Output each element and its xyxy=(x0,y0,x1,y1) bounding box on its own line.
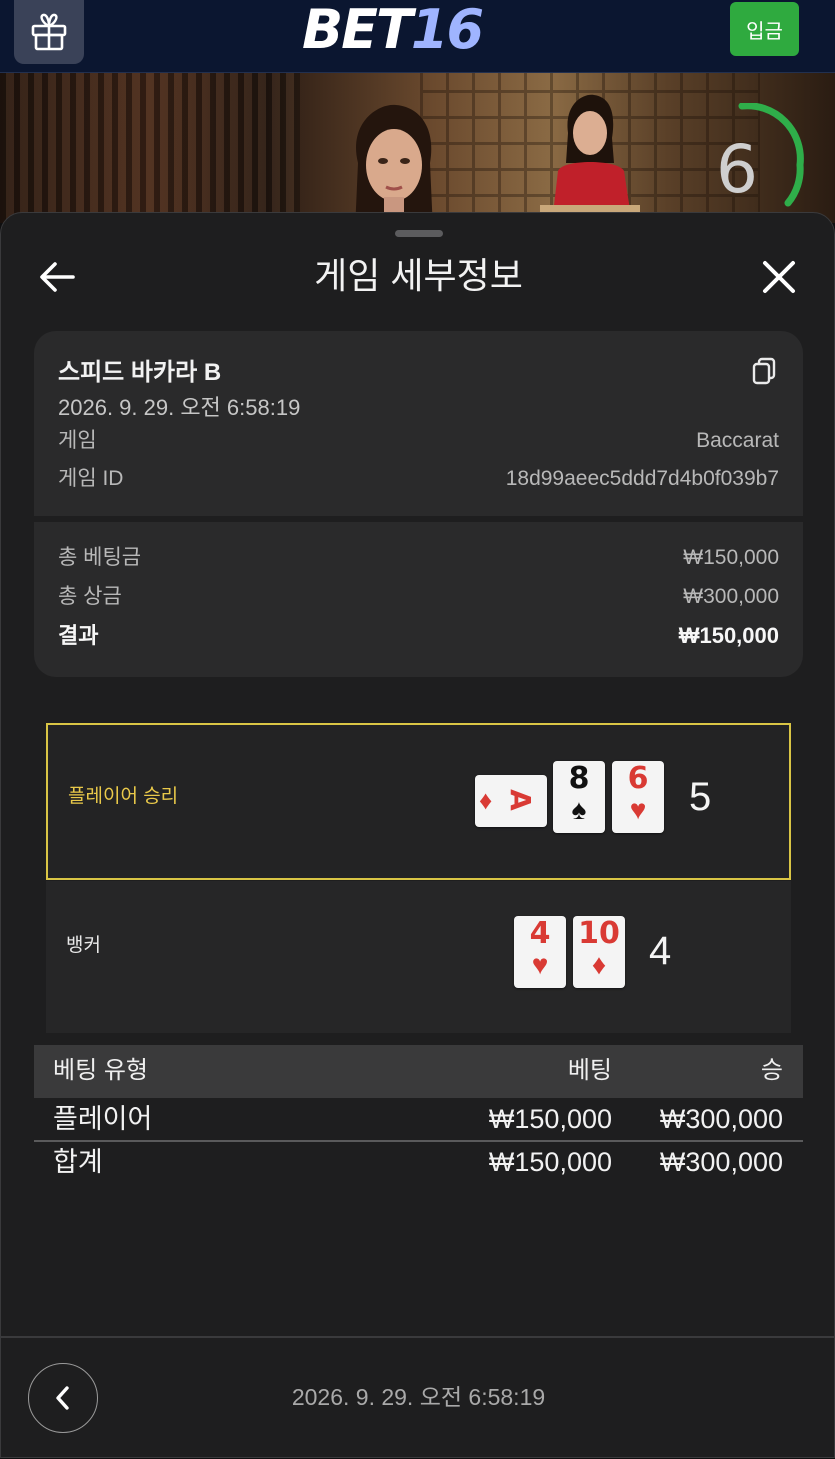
card-rank: A xyxy=(503,789,537,811)
total-bet-value: ₩150,000 xyxy=(683,546,779,569)
game-info-card: 스피드 바카라 B 2026. 9. 29. 오전 6:58:19 게임 Bac… xyxy=(34,331,803,677)
gift-icon xyxy=(31,13,67,51)
row-bet-type: 플레이어 xyxy=(53,1104,153,1134)
card-rank: 6 xyxy=(627,761,649,796)
player-card-1: ♦ A xyxy=(475,775,547,827)
player-hand: 플레이어 승리 ♦ A 8 ♠ 6 ♥ 5 xyxy=(46,723,791,880)
game-name: 스피드 바카라 B xyxy=(58,359,222,386)
dealer-figure-front xyxy=(355,104,433,223)
card-suit: ♦ xyxy=(479,785,493,815)
video-curtain xyxy=(0,73,300,223)
table-row-total: 합계 ₩150,000 ₩300,000 xyxy=(34,1143,803,1185)
bets-table-header: 베팅 유형 베팅 승 xyxy=(34,1045,803,1098)
card-rank: 10 xyxy=(578,916,620,951)
row-win-amount: ₩300,000 xyxy=(659,1104,783,1134)
total-prize-value: ₩300,000 xyxy=(683,585,779,608)
total-prize-label: 총 상금 xyxy=(58,585,122,608)
countdown-number: 6 xyxy=(716,131,758,208)
bet16-logo[interactable]: BET16 xyxy=(302,0,484,61)
card-suit: ♥ xyxy=(531,949,549,980)
logo-number: 16 xyxy=(410,0,484,61)
game-id-label: 게임 ID xyxy=(58,467,124,490)
card-rank: 4 xyxy=(529,916,551,951)
card-suit: ♦ xyxy=(591,949,607,980)
card-rank: 8 xyxy=(568,761,590,796)
copy-icon[interactable] xyxy=(750,355,778,387)
logo-text: BET xyxy=(302,0,413,61)
row-bet-type: 합계 xyxy=(53,1147,103,1177)
result-value: ₩150,000 xyxy=(678,623,779,648)
header-win: 승 xyxy=(760,1057,783,1084)
top-bar: BET16 입금 xyxy=(0,0,835,73)
game-id-value: 18d99aeec5ddd7d4b0f039b7 xyxy=(505,467,779,490)
card-suit: ♠ xyxy=(571,794,587,825)
sheet-drag-handle[interactable] xyxy=(395,230,443,237)
sheet-title: 게임 세부정보 xyxy=(314,255,523,296)
banker-total: 4 xyxy=(649,929,672,973)
player-card-3: 6 ♥ xyxy=(612,761,664,833)
total-bet-label: 총 베팅금 xyxy=(58,546,142,569)
player-card-2: 8 ♠ xyxy=(553,761,605,833)
player-hand-label: 플레이어 승리 xyxy=(68,786,179,807)
footer-date: 2026. 9. 29. 오전 6:58:19 xyxy=(291,1384,546,1410)
result-label: 결과 xyxy=(58,623,99,648)
game-type-label: 게임 xyxy=(58,429,97,452)
card-divider xyxy=(34,516,803,522)
row-win-amount: ₩300,000 xyxy=(659,1147,783,1177)
close-icon[interactable] xyxy=(759,257,799,297)
game-details-sheet: 게임 세부정보 스피드 바카라 B 2026. 9. 29. 오전 6:58:1… xyxy=(0,212,835,1458)
sheet-footer: 2026. 9. 29. 오전 6:58:19 xyxy=(1,1336,834,1459)
banker-card-2: 10 ♦ xyxy=(573,916,625,988)
gift-button[interactable] xyxy=(14,0,84,64)
banker-hand-label: 뱅커 xyxy=(66,935,101,956)
card-suit: ♥ xyxy=(629,794,647,825)
deposit-button[interactable]: 입금 xyxy=(730,2,799,56)
header-bet-type: 베팅 유형 xyxy=(53,1057,148,1084)
game-date: 2026. 9. 29. 오전 6:58:19 xyxy=(58,395,301,420)
game-type-value: Baccarat xyxy=(696,429,779,452)
header-bet: 베팅 xyxy=(567,1057,612,1084)
live-video-stream: 6 xyxy=(0,73,835,223)
row-bet-amount: ₩150,000 xyxy=(488,1147,612,1177)
banker-card-1: 4 ♥ xyxy=(514,916,566,988)
player-total: 5 xyxy=(689,775,712,819)
table-row: 플레이어 ₩150,000 ₩300,000 xyxy=(34,1100,803,1142)
dealer-figure-back xyxy=(540,94,640,223)
banker-hand: 뱅커 4 ♥ 10 ♦ 4 xyxy=(46,881,791,1033)
row-bet-amount: ₩150,000 xyxy=(488,1104,612,1134)
